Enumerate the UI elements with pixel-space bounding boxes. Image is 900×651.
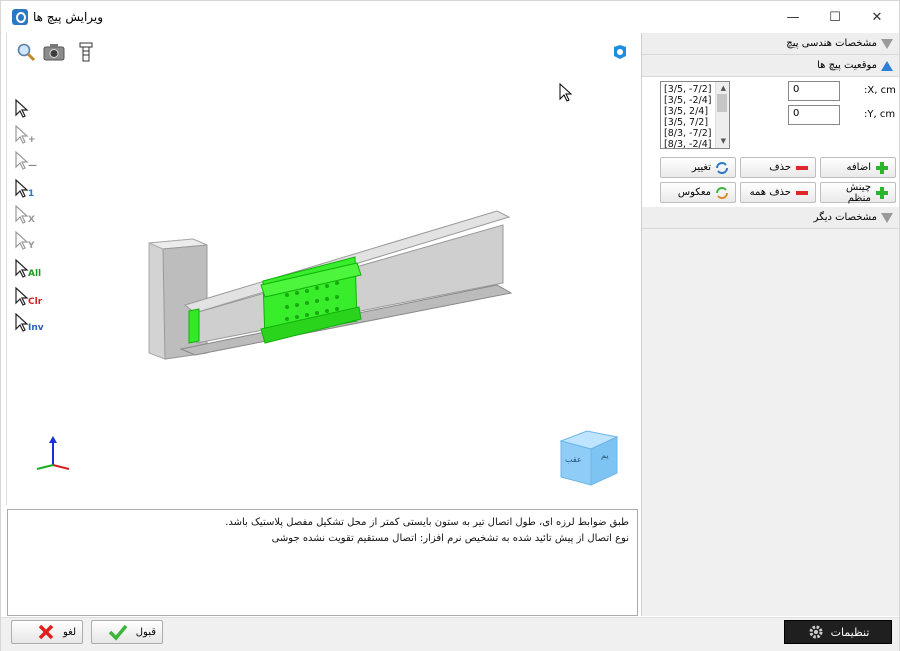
cancel-button[interactable]: لغو xyxy=(11,620,83,644)
scroll-up-icon[interactable]: ▲ xyxy=(721,83,726,94)
x-field[interactable]: 0 xyxy=(788,81,840,101)
arrange-label: چینش منظم xyxy=(846,181,871,204)
settings-label: تنظیمات xyxy=(830,625,870,639)
cross-icon xyxy=(38,624,54,640)
cursor-tool-y-label: Y xyxy=(28,241,35,251)
message-box: طبق ضوابط لرزه ای، طول اتصال تیر به ستون… xyxy=(7,509,638,616)
cursor-tool-y[interactable]: Y xyxy=(15,231,41,253)
title-bar: ویرایش پیچ ها — ☐ ✕ xyxy=(1,1,899,33)
add-label: اضافه xyxy=(846,162,871,173)
viewcube-side-label: یم xyxy=(601,451,609,460)
change-button[interactable]: تغییر xyxy=(660,157,736,178)
cursor-tool-add-label: + xyxy=(28,135,36,145)
view-cube[interactable]: عقب یم xyxy=(557,425,623,487)
viewcube-back-label: عقب xyxy=(565,455,582,464)
bolt-edit-window: ویرایش پیچ ها — ☐ ✕ + — 1 X Y All Clr Inv xyxy=(0,0,900,651)
section-location-header[interactable]: موقعیت پیچ ها xyxy=(642,55,899,77)
chevron-down-icon xyxy=(881,213,893,223)
maximize-button[interactable]: ☐ xyxy=(815,5,855,29)
view-reset-icon[interactable] xyxy=(609,41,631,63)
cursor-tool-x-label: X xyxy=(28,215,35,225)
3d-viewport[interactable]: + — 1 X Y All Clr Inv عقب یم xyxy=(6,33,638,505)
panel-empty-area xyxy=(642,229,899,616)
close-button[interactable]: ✕ xyxy=(857,5,897,29)
cursor-tool-all[interactable]: All xyxy=(15,259,41,281)
accept-button[interactable]: قبول xyxy=(91,620,163,644)
section-other-header[interactable]: مشخصات دیگر xyxy=(642,207,899,229)
cursor-tool-select[interactable] xyxy=(15,99,41,121)
window-title: ویرایش پیچ ها xyxy=(33,10,104,24)
cursor-tool-clear[interactable]: Clr xyxy=(15,287,43,309)
delete-all-button[interactable]: حذف همه xyxy=(740,182,816,203)
scroll-down-icon[interactable]: ▼ xyxy=(721,136,726,147)
accept-label: قبول xyxy=(135,626,156,638)
axis-triad-icon xyxy=(36,436,70,470)
cursor-tool-one-label: 1 xyxy=(28,189,35,199)
section-location-label: موقعیت پیچ ها xyxy=(817,60,877,71)
arrange-button[interactable]: چینش منظم xyxy=(820,181,896,204)
list-scrollbar[interactable]: ▲ ▼ xyxy=(715,82,729,148)
y-label: :Y, cm xyxy=(864,109,896,120)
message-line-2: نوع اتصال از پیش تائید شده به تشخیص نرم … xyxy=(271,533,629,544)
y-field[interactable]: 0 xyxy=(788,105,840,125)
gear-icon xyxy=(809,625,823,639)
reverse-button[interactable]: معکوس xyxy=(660,182,736,203)
cursor-tool-add[interactable]: + xyxy=(15,125,41,147)
cursor-tool-one[interactable]: 1 xyxy=(15,179,41,201)
message-line-1: طبق ضوابط لرزه ای، طول اتصال تیر به ستون… xyxy=(225,517,629,528)
bolt-position-list[interactable]: [3/5, -7/2] [3/5, -2/4] [3/5, 2/4] [3/5, 7/… xyxy=(660,81,730,149)
beam-column-model[interactable] xyxy=(137,203,517,363)
cursor-tool-remove[interactable]: — xyxy=(15,151,41,173)
cursor-tool-remove-label: — xyxy=(28,161,37,171)
section-geometry-header[interactable]: مشخصات هندسی پیچ xyxy=(642,33,899,55)
delete-label: حذف xyxy=(769,162,791,173)
plus-icon xyxy=(876,186,888,199)
delete-button[interactable]: حذف xyxy=(740,157,816,178)
section-other-label: مشخصات دیگر xyxy=(813,212,877,223)
x-label: :X, cm xyxy=(864,85,896,96)
app-logo-icon xyxy=(12,9,28,25)
minimize-button[interactable]: — xyxy=(773,5,813,29)
settings-button[interactable]: تنظیمات xyxy=(784,620,892,644)
chevron-down-icon xyxy=(881,39,893,49)
cursor-tool-invert[interactable]: Inv xyxy=(15,313,44,335)
minus-icon xyxy=(796,165,808,170)
delete-all-label: حذف همه xyxy=(749,187,791,198)
plus-icon xyxy=(876,161,888,174)
add-button[interactable]: اضافه xyxy=(820,157,896,178)
bolt-icon[interactable] xyxy=(75,41,97,63)
section-geometry-label: مشخصات هندسی پیچ xyxy=(786,38,877,49)
cursor-tool-invert-label: Inv xyxy=(28,323,44,333)
properties-panel: مشخصات هندسی پیچ موقعیت پیچ ها [3/5, -7/… xyxy=(641,33,899,616)
reverse-label: معکوس xyxy=(677,187,711,198)
refresh-icon xyxy=(716,161,728,174)
mouse-pointer-icon xyxy=(559,82,573,107)
cursor-tool-all-label: All xyxy=(28,269,42,279)
check-icon xyxy=(108,624,128,641)
camera-icon[interactable] xyxy=(43,41,65,63)
cancel-label: لغو xyxy=(62,626,76,638)
zoom-icon[interactable] xyxy=(15,41,37,63)
minus-icon xyxy=(796,190,808,195)
change-label: تغییر xyxy=(691,162,711,173)
reverse-icon xyxy=(716,186,728,199)
chevron-up-icon xyxy=(881,61,893,71)
cursor-tool-x[interactable]: X xyxy=(15,205,41,227)
cursor-tool-clear-label: Clr xyxy=(28,297,43,307)
